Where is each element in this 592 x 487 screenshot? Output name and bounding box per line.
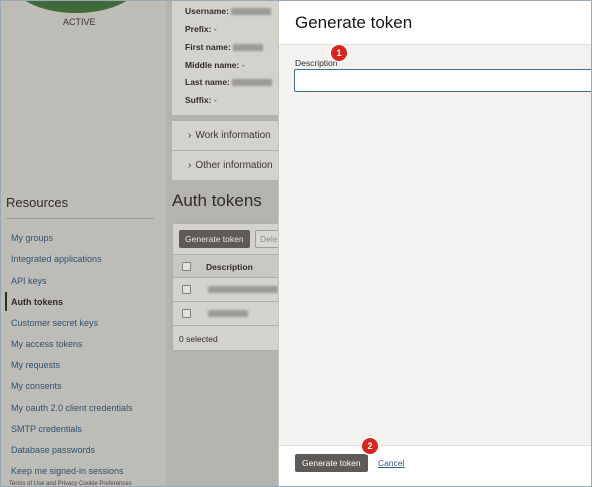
profile-row-username: Username: [185,6,271,16]
cancel-link[interactable]: Cancel [378,458,404,468]
select-all-checkbox[interactable] [182,262,191,271]
screenshot-frame: ACTIVE Username: Prefix: - First name: M… [0,0,592,487]
table-header: Description [173,254,278,278]
drawer-header: Generate token [279,1,591,45]
nav-item-my-access-tokens[interactable]: My access tokens [11,339,83,349]
nav-item-integrated-applications[interactable]: Integrated applications [11,254,102,264]
profile-row-last-name: Last name: [185,77,272,87]
divider [6,218,154,219]
table-row [173,302,278,326]
active-nav-indicator [5,292,7,311]
generate-token-button-background[interactable]: Generate token [179,230,250,248]
page-footer: Terms of Use and Privacy Cookie Preferen… [9,481,132,487]
nav-item-database-passwords[interactable]: Database passwords [11,445,95,455]
delete-button[interactable]: Dele [255,230,278,248]
table-row [173,278,278,302]
status-label: ACTIVE [63,17,96,27]
profile-row-middle-name: Middle name: - [185,60,245,70]
row-checkbox[interactable] [182,285,191,294]
nav-item-customer-secret-keys[interactable]: Customer secret keys [11,318,98,328]
nav-item-keep-me-signed-in[interactable]: Keep me signed-in sessions [11,466,124,476]
nav-item-auth-tokens[interactable]: Auth tokens [11,297,63,307]
redacted-value [208,310,248,317]
profile-row-prefix: Prefix: - [185,24,217,34]
profile-row-first-name: First name: [185,42,263,52]
profile-row-suffix: Suffix: - [185,95,217,105]
nav-item-my-consents[interactable]: My consents [11,381,62,391]
user-info-card: Username: Prefix: - First name: Middle n… [172,1,278,115]
chevron-right-icon: › [188,130,192,141]
column-header-description: Description [206,262,253,272]
row-checkbox[interactable] [182,309,191,318]
nav-item-my-requests[interactable]: My requests [11,360,60,370]
auth-tokens-table: Generate token Dele Description 0 select… [172,223,278,351]
resources-heading: Resources [6,195,69,210]
redacted-value [232,44,263,52]
nav-item-oauth-client-credentials[interactable]: My oauth 2.0 client credentials [11,403,133,413]
nav-item-api-keys[interactable]: API keys [11,276,47,286]
background-page: ACTIVE Username: Prefix: - First name: M… [1,1,278,487]
callout-badge-2: 2 [362,438,378,454]
selected-count: 0 selected [179,334,218,344]
description-label: Description [295,58,338,68]
auth-tokens-heading: Auth tokens [172,191,262,210]
generate-token-drawer: Generate token Description Generate toke… [278,1,591,486]
work-information-expander[interactable]: › Work information [172,120,278,150]
left-column [1,1,166,486]
description-input[interactable] [294,69,591,92]
callout-badge-1: 1 [331,45,347,61]
generate-token-button[interactable]: Generate token [295,454,368,472]
nav-item-my-groups[interactable]: My groups [11,233,53,243]
drawer-title: Generate token [295,13,413,32]
other-information-expander[interactable]: › Other information [172,150,278,180]
redacted-value [231,79,272,87]
redacted-value [230,8,271,16]
chevron-right-icon: › [188,160,192,171]
redacted-value [208,286,278,293]
nav-item-smtp-credentials[interactable]: SMTP credentials [11,424,82,434]
drawer-footer: Generate token Cancel [279,445,591,486]
drawer-body: Description [279,45,591,445]
